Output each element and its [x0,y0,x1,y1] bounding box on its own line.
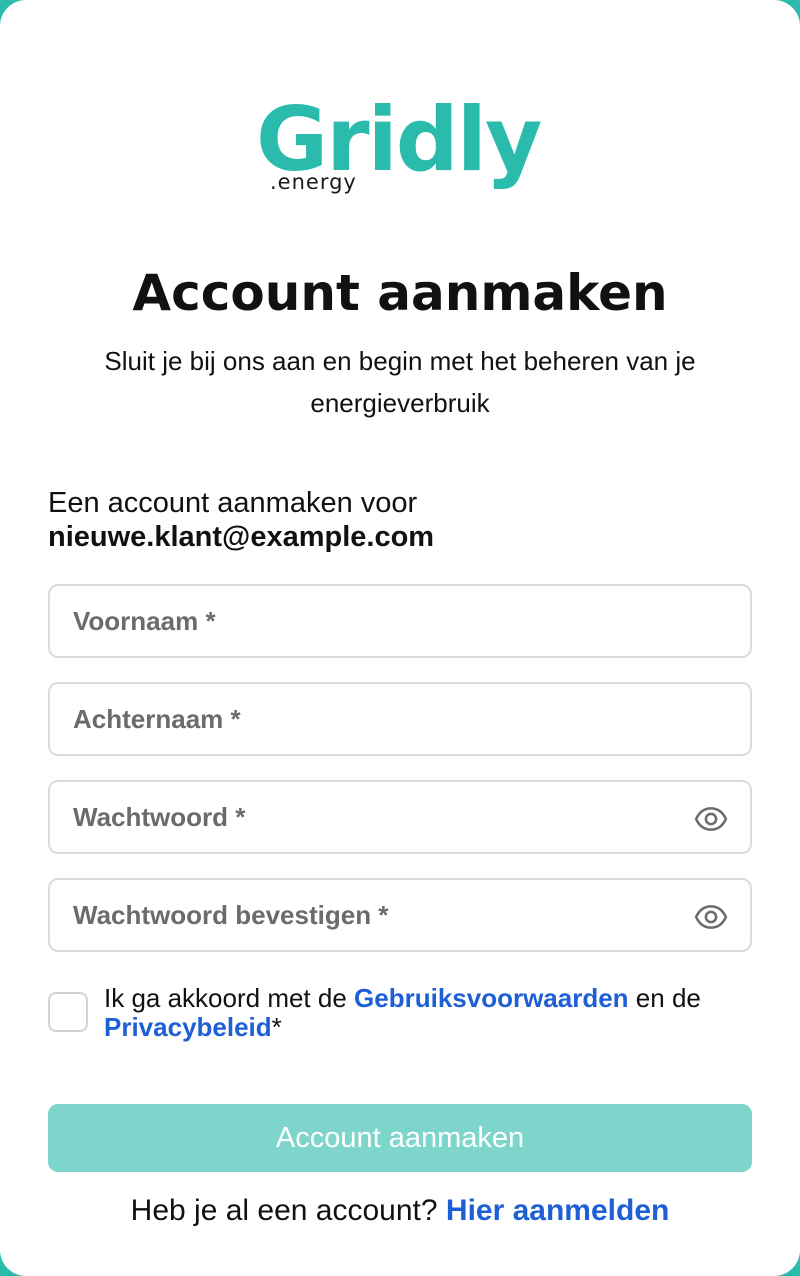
last-name-field [48,682,752,756]
account-email: nieuwe.klant@example.com [48,521,435,553]
first-name-field [48,584,752,658]
eye-icon[interactable] [694,900,728,934]
signup-card: Gridly .energy Account aanmaken Sluit je… [0,0,800,1276]
privacy-link[interactable]: Privacybeleid [104,1012,272,1042]
password-confirm-field [48,878,752,952]
login-prompt-text: Heb je al een account? [130,1194,446,1227]
terms-prefix: Ik ga akkoord met de [104,983,355,1013]
terms-text: Ik ga akkoord met de Gebruiksvoorwaarden… [104,984,744,1042]
login-prompt: Heb je al een account? Hier aanmelden [0,1190,800,1232]
last-name-input[interactable] [50,684,750,754]
terms-link[interactable]: Gebruiksvoorwaarden [354,983,629,1013]
first-name-input[interactable] [50,586,750,656]
create-account-button[interactable]: Account aanmaken [48,1104,752,1172]
terms-middle: en de [628,983,701,1013]
account-for-label: Een account aanmaken voor [48,487,418,519]
terms-suffix: * [271,1012,282,1042]
account-for-text: Een account aanmaken voor nieuwe.klant@e… [48,486,752,554]
login-link[interactable]: Hier aanmelden [446,1194,669,1227]
eye-icon[interactable] [694,802,728,836]
password-input[interactable] [50,782,750,852]
page-title: Account aanmaken [132,264,668,322]
password-field [48,780,752,854]
terms-checkbox[interactable] [48,992,88,1032]
gridly-logo: Gridly .energy [256,90,546,200]
page-subtitle: Sluit je bij ons aan en begin met het be… [104,346,696,418]
password-confirm-input[interactable] [50,880,750,950]
logo-suffix: .energy [270,170,357,194]
